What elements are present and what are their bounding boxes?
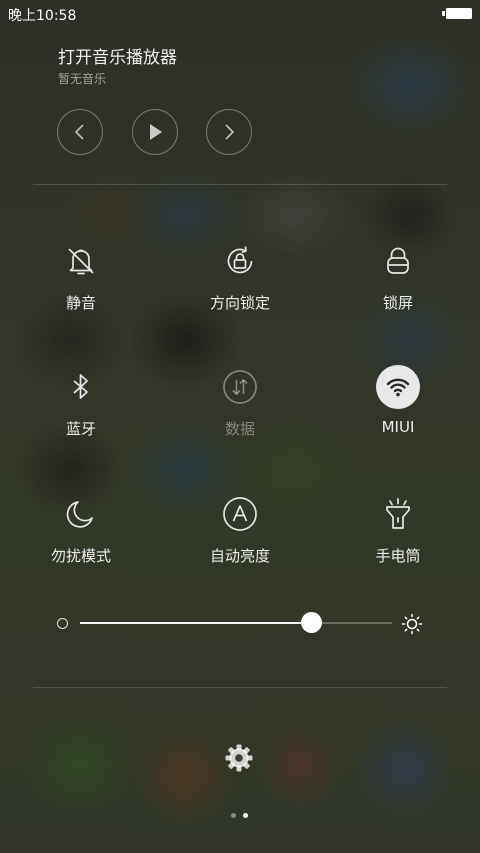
status-time: 晚上10:58 xyxy=(8,8,77,24)
settings-button[interactable] xyxy=(222,741,256,775)
toggle-label: 静音 xyxy=(65,294,96,312)
play-button[interactable] xyxy=(132,109,178,155)
toggle-mobile-data[interactable]: 数据 xyxy=(180,365,300,455)
brightness-high-icon xyxy=(401,613,423,635)
divider xyxy=(33,687,447,688)
previous-icon xyxy=(74,124,84,140)
toggle-label: 锁屏 xyxy=(382,294,413,312)
brightness-low-icon xyxy=(57,618,68,629)
notification-shade: 晚上10:58 打开音乐播放器 暂无音乐 静音 方向锁定 锁屏 蓝牙 数据 MI… xyxy=(0,0,480,853)
moon-icon xyxy=(59,492,103,536)
toggle-label: 方向锁定 xyxy=(209,294,270,312)
lock-icon xyxy=(376,239,420,283)
toggle-lock-screen[interactable]: 锁屏 xyxy=(338,239,458,329)
wifi-icon xyxy=(376,365,420,409)
toggle-mute[interactable]: 静音 xyxy=(21,239,141,329)
music-player-subtitle: 暂无音乐 xyxy=(58,72,107,86)
divider xyxy=(33,184,447,185)
page-indicator xyxy=(229,813,251,819)
next-icon xyxy=(225,124,235,140)
bluetooth-icon xyxy=(59,365,103,409)
toggle-label: 蓝牙 xyxy=(65,420,96,438)
toggle-auto-brightness[interactable]: 自动亮度 xyxy=(180,492,300,582)
rotation-lock-icon xyxy=(218,239,262,283)
gear-icon xyxy=(225,744,253,772)
toggle-do-not-disturb[interactable]: 勿扰模式 xyxy=(21,492,141,582)
toggle-label: MIUI xyxy=(381,418,415,436)
brightness-slider-thumb[interactable] xyxy=(300,612,322,633)
toggle-rotation-lock[interactable]: 方向锁定 xyxy=(180,239,300,329)
status-bar: 晚上10:58 xyxy=(0,0,480,28)
mobile-data-icon xyxy=(218,365,262,409)
toggle-flashlight[interactable]: 手电筒 xyxy=(338,492,458,582)
toggle-label: 手电筒 xyxy=(375,547,421,565)
next-button[interactable] xyxy=(206,109,252,155)
brightness-slider-fill xyxy=(80,622,311,624)
bell-muted-icon xyxy=(59,239,103,283)
music-player-title[interactable]: 打开音乐播放器 xyxy=(58,43,177,68)
toggle-label: 勿扰模式 xyxy=(50,547,111,565)
auto-brightness-icon xyxy=(218,492,262,536)
previous-button[interactable] xyxy=(57,109,103,155)
play-icon xyxy=(150,124,162,140)
battery-full-icon xyxy=(442,8,472,19)
page-dot xyxy=(231,813,236,818)
toggle-label: 自动亮度 xyxy=(209,547,270,565)
toggle-wifi[interactable]: MIUI xyxy=(338,365,458,455)
toggle-bluetooth[interactable]: 蓝牙 xyxy=(21,365,141,455)
toggle-label: 数据 xyxy=(224,420,255,438)
flashlight-icon xyxy=(376,492,420,536)
page-dot xyxy=(243,813,248,818)
brightness-slider[interactable] xyxy=(80,612,392,633)
